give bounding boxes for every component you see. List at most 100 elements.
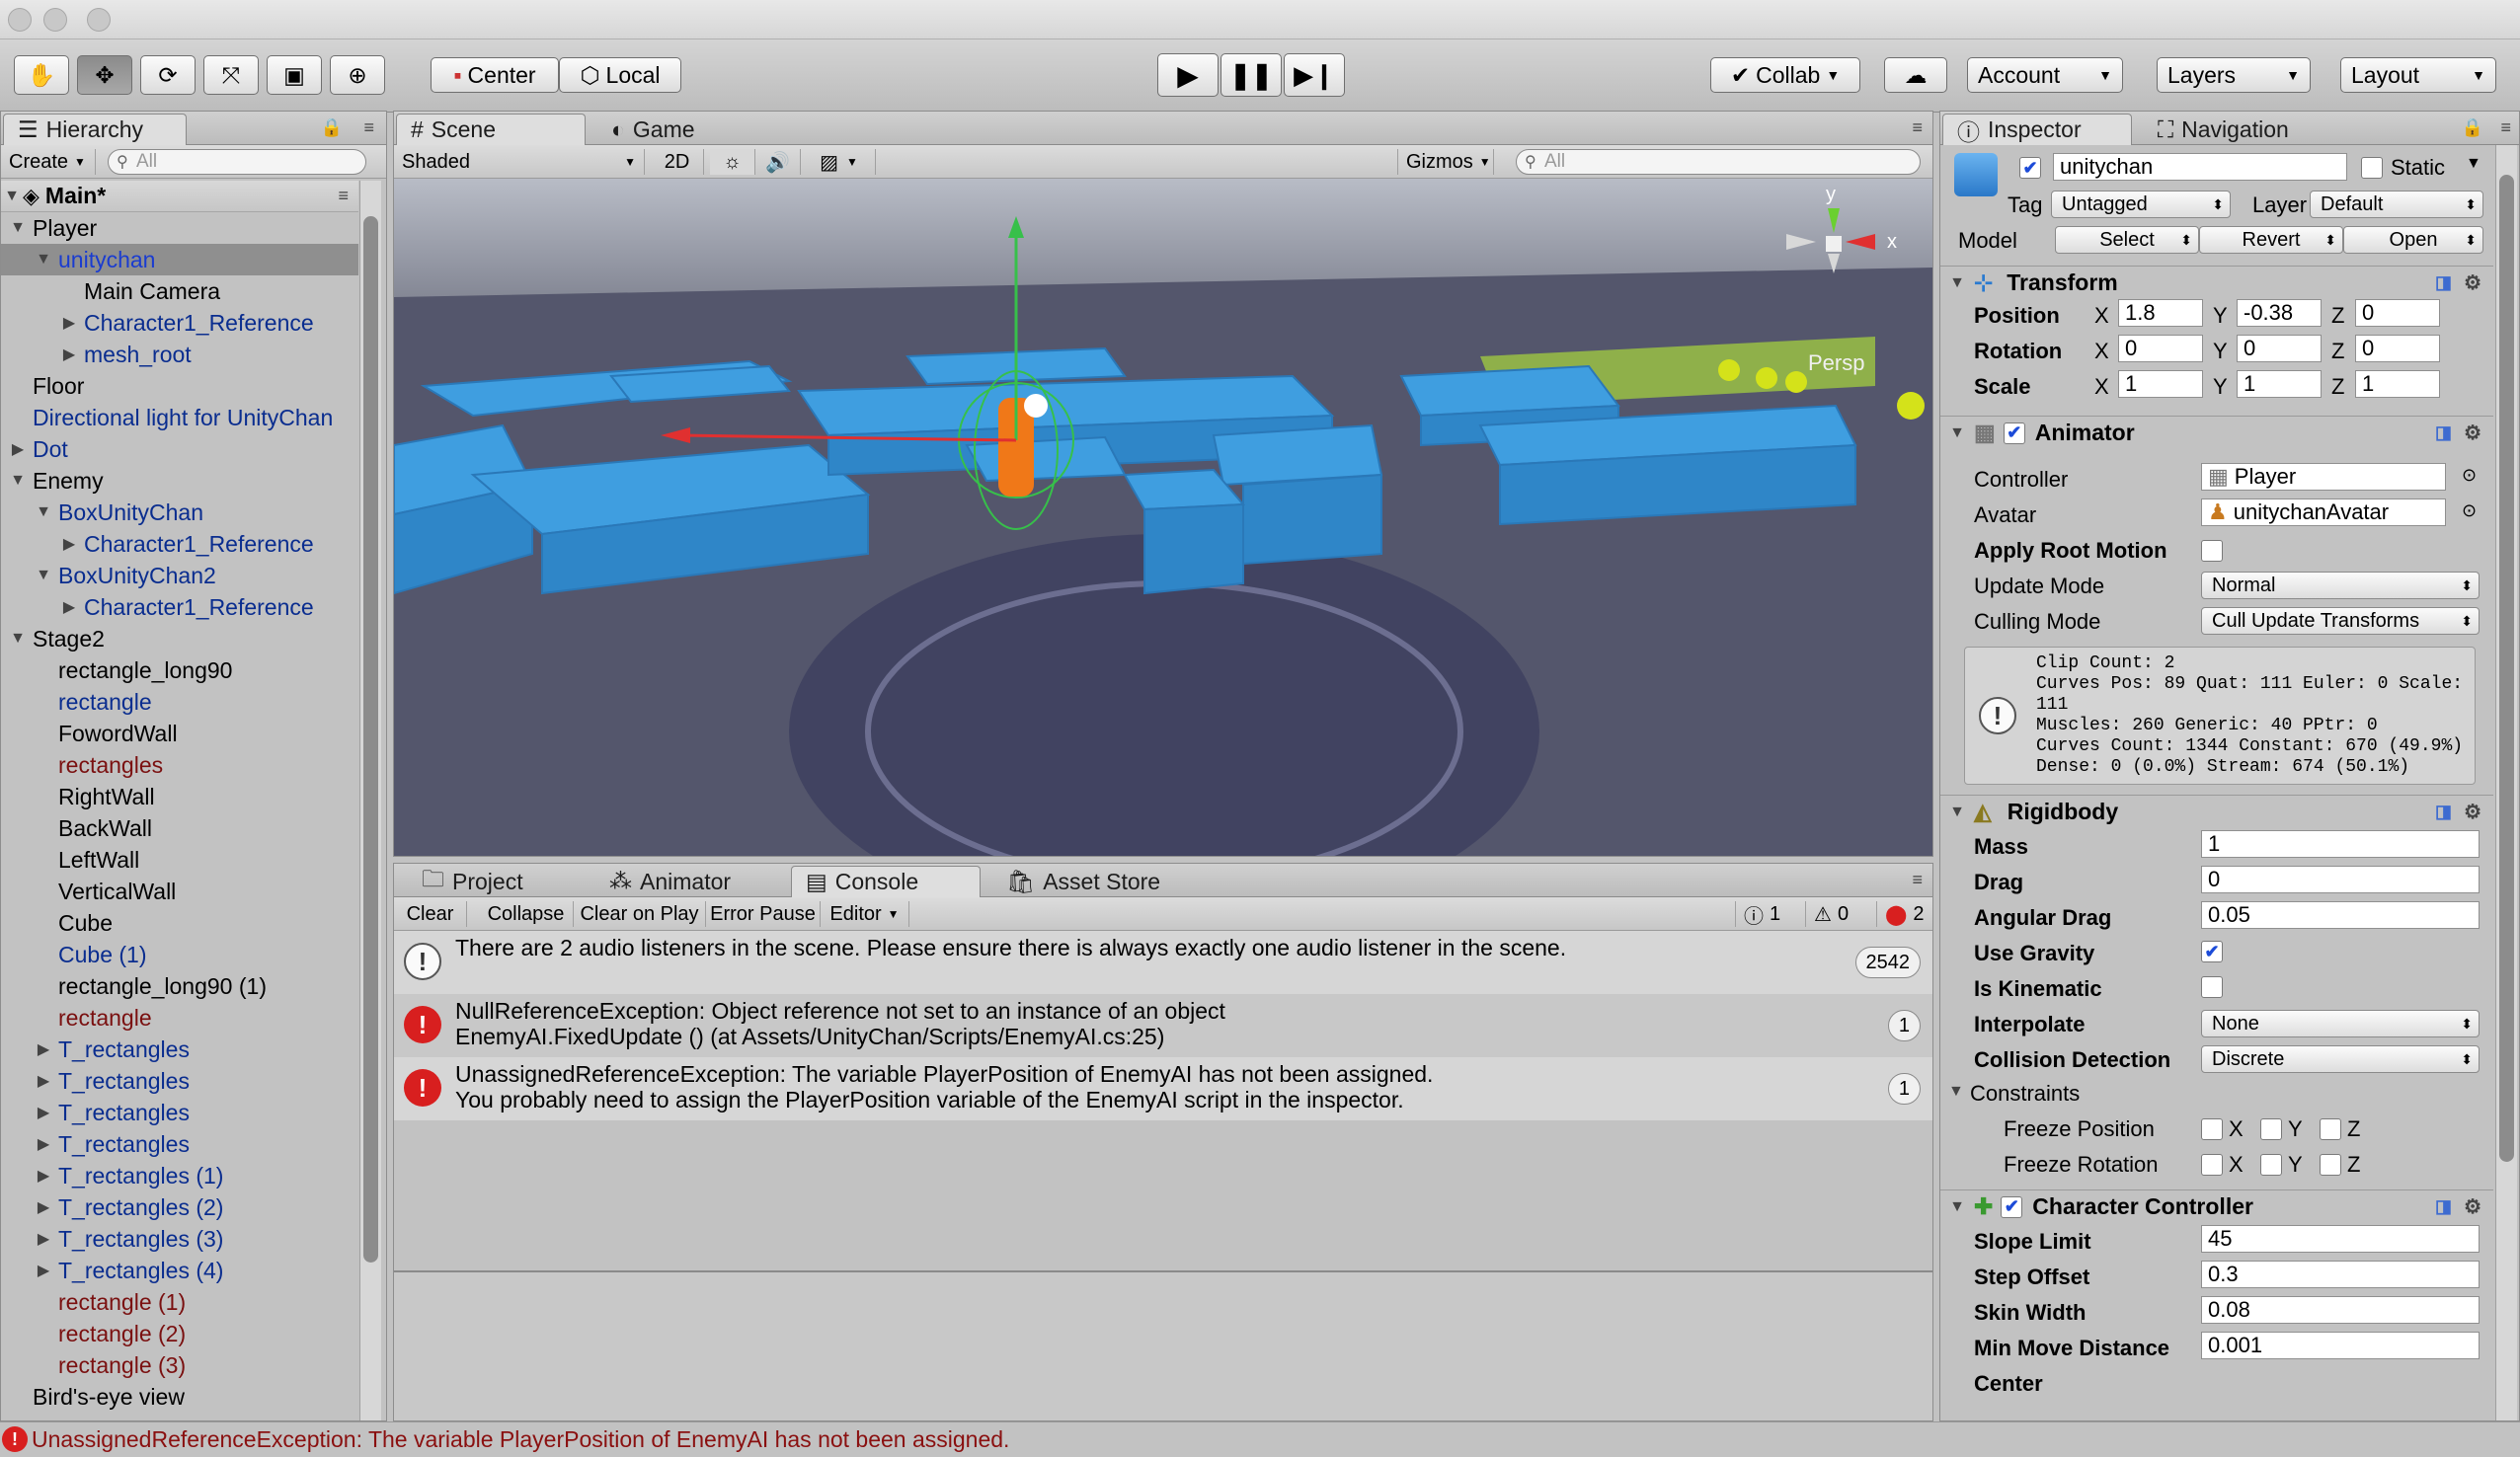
hierarchy-item[interactable]: ▼ BoxUnityChan2 [1,560,358,591]
hierarchy-item[interactable]: ▼ Player [1,212,358,244]
hierarchy-item[interactable]: ▼ Enemy [1,465,358,497]
interpolate-dropdown[interactable]: None [2201,1010,2480,1037]
tab-hierarchy[interactable]: ☰ Hierarchy [3,114,187,145]
freeze-rotation-z-checkbox[interactable] [2320,1154,2341,1176]
expand-arrow-icon[interactable]: ▶ [33,1261,54,1280]
help-icon[interactable]: ◨ [2435,422,2452,443]
tab-navigation[interactable]: ⛶ Navigation [2144,114,2351,145]
expand-arrow-icon[interactable]: ▼ [1948,1083,1964,1101]
hierarchy-item[interactable]: ▶ Dot [1,433,358,465]
hierarchy-item[interactable]: ▶ mesh_root [1,339,358,370]
hierarchy-item[interactable]: ▶ Character1_Reference [1,307,358,339]
object-name-field[interactable]: unitychan [2053,153,2347,181]
culling-mode-dropdown[interactable]: Cull Update Transforms [2201,607,2480,635]
hierarchy-item[interactable]: rectangle (1) [1,1286,358,1318]
tab-asset-store[interactable]: 🛍 Asset Store [992,866,1200,897]
avatar-field[interactable]: ♟ unitychanAvatar [2201,498,2446,526]
scene-search-input[interactable]: ⚲ All [1516,149,1921,175]
hierarchy-item[interactable]: ▶ Character1_Reference [1,591,358,623]
expand-arrow-icon[interactable]: ▶ [33,1071,54,1091]
gear-icon[interactable]: ⚙ [2464,270,2481,295]
hierarchy-item[interactable]: ▶ T_rectangles [1,1097,358,1128]
model-open-button[interactable]: Open [2343,226,2483,254]
inspector-scrollbar[interactable] [2495,145,2517,1420]
expand-arrow-icon[interactable]: ▶ [33,1166,54,1186]
gear-icon[interactable]: ⚙ [2464,1194,2481,1219]
freeze-position-x-checkbox[interactable] [2201,1118,2223,1140]
gear-icon[interactable]: ⚙ [2464,421,2481,445]
help-icon[interactable]: ◨ [2435,802,2452,822]
expand-arrow-icon[interactable]: ▶ [33,1134,54,1154]
help-icon[interactable]: ◨ [2435,1196,2452,1217]
mass-field[interactable]: 1 [2201,830,2480,858]
position-x-field[interactable]: 1.8 [2118,299,2203,327]
freeze-rotation-y-checkbox[interactable] [2260,1154,2282,1176]
scale-z-field[interactable]: 1 [2355,370,2440,398]
hierarchy-item[interactable]: ▼ unitychan [1,244,358,275]
audio-toggle[interactable]: 🔊 [755,149,801,175]
transform-tool-button[interactable]: ⊕ [330,55,385,95]
collapse-arrow-icon[interactable]: ▼ [7,630,29,648]
hand-tool-button[interactable]: ✋ [14,55,69,95]
move-tool-button[interactable]: ✥ [77,55,132,95]
console-message-row[interactable]: ! NullReferenceException: Object referen… [394,994,1932,1057]
static-checkbox[interactable] [2361,157,2383,179]
hierarchy-item[interactable]: rectangle (3) [1,1349,358,1381]
collapse-arrow-icon[interactable]: ▼ [33,567,54,584]
info-count-toggle[interactable]: ⓘ 1 [1735,901,1806,928]
is-kinematic-checkbox[interactable] [2201,976,2223,998]
create-dropdown[interactable]: Create ▼ [1,149,96,175]
tab-inspector[interactable]: ⓘ Inspector [1942,114,2132,145]
2d-toggle[interactable]: 2D [651,149,704,175]
scene-viewport[interactable]: x y Persp [394,179,1932,856]
hierarchy-item[interactable]: ▶ Character1_Reference [1,528,358,560]
model-revert-button[interactable]: Revert [2199,226,2343,254]
collapse-arrow-icon[interactable]: ▼ [33,251,54,268]
layer-dropdown[interactable]: Default [2310,191,2483,218]
cloud-button[interactable]: ☁ [1884,57,1947,93]
console-message-row[interactable]: ! There are 2 audio listeners in the sce… [394,931,1932,994]
animator-enabled-checkbox[interactable]: ✔ [2003,422,2025,444]
transform-component-header[interactable]: ▼ ⊹ Transform ◨ ⚙ [1940,266,2493,299]
hierarchy-item[interactable]: RightWall [1,781,358,812]
skin-width-field[interactable]: 0.08 [2201,1296,2480,1324]
hierarchy-item[interactable]: ▶ T_rectangles [1,1034,358,1065]
perspective-label[interactable]: Persp [1808,350,1864,376]
update-mode-dropdown[interactable]: Normal [2201,572,2480,599]
clear-on-play-button[interactable]: Clear on Play [574,901,706,927]
gizmos-dropdown[interactable]: Gizmos ▼ [1397,149,1494,175]
tab-scene[interactable]: # Scene [396,114,586,145]
hierarchy-item[interactable]: rectangle [1,1002,358,1034]
tab-game[interactable]: ◐ Game [597,114,755,145]
lock-icon[interactable]: 🔒 [2462,117,2483,138]
panel-menu-icon[interactable]: ≡ [1912,870,1923,890]
scale-tool-button[interactable]: ⤧ [203,55,259,95]
expand-arrow-icon[interactable]: ▶ [58,534,80,554]
pivot-center-button[interactable]: ▪ Center [431,57,559,93]
scale-y-field[interactable]: 1 [2237,370,2322,398]
drag-field[interactable]: 0 [2201,866,2480,893]
pause-button[interactable]: ❚❚ [1221,53,1282,97]
hierarchy-scrollbar[interactable] [359,181,381,1420]
rotation-y-field[interactable]: 0 [2237,335,2322,362]
hierarchy-search-input[interactable]: ⚲ All [108,149,366,175]
hierarchy-item[interactable]: Floor [1,370,358,402]
expand-arrow-icon[interactable]: ▶ [33,1103,54,1122]
slope-limit-field[interactable]: 45 [2201,1225,2480,1253]
scene-menu-icon[interactable]: ≡ [338,186,349,206]
animator-component-header[interactable]: ▼ ▦ ✔ Animator ◨ ⚙ [1940,416,2493,449]
editor-dropdown[interactable]: Editor ▼ [821,901,909,927]
account-dropdown[interactable]: Account ▼ [1967,57,2123,93]
scrollbar-thumb[interactable] [2499,175,2514,1162]
lock-icon[interactable]: 🔒 [321,117,343,138]
status-bar[interactable]: ! UnassignedReferenceException: The vari… [0,1421,2520,1457]
expand-arrow-icon[interactable]: ▶ [58,345,80,364]
hierarchy-item[interactable]: BackWall [1,812,358,844]
tab-project[interactable]: 🗀 Project [408,866,595,897]
panel-menu-icon[interactable]: ≡ [363,117,374,138]
rigidbody-component-header[interactable]: ▼ ◭ Rigidbody ◨ ⚙ [1940,795,2493,828]
min-move-distance-field[interactable]: 0.001 [2201,1332,2480,1359]
hierarchy-item[interactable]: ▼ Stage2 [1,623,358,654]
angular-drag-field[interactable]: 0.05 [2201,901,2480,929]
tag-dropdown[interactable]: Untagged [2051,191,2231,218]
